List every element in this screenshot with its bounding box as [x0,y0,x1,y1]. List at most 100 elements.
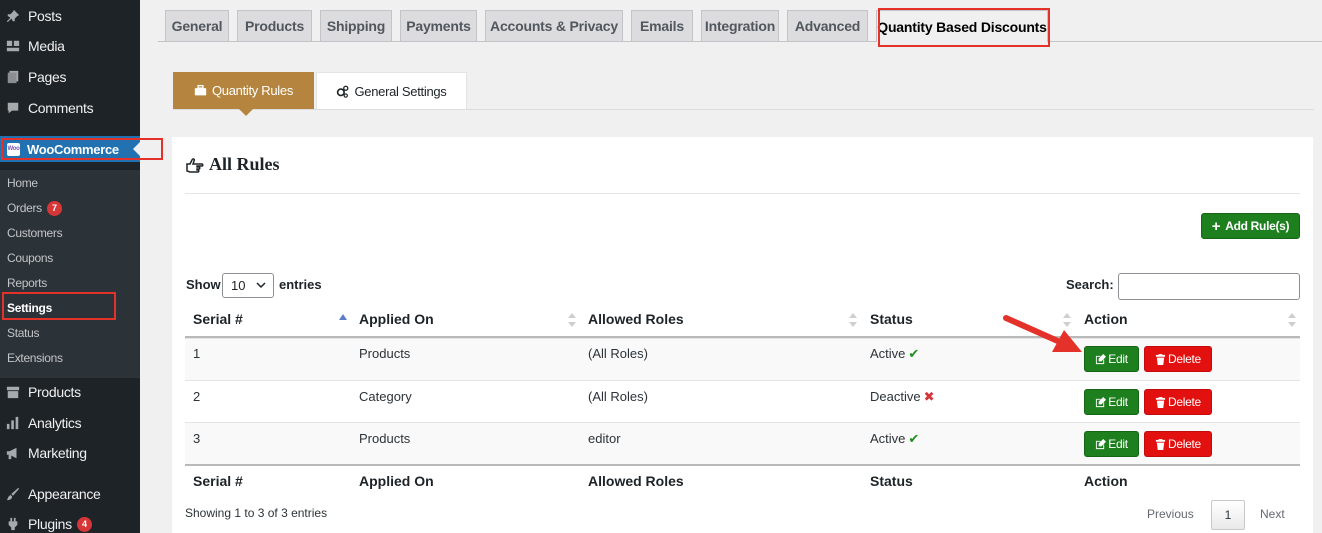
orders-count-badge: 7 [46,200,62,216]
column-footer-action: Action [1084,473,1128,489]
column-footer-status: Status [870,473,913,489]
archive-icon [6,385,20,399]
pagination-page-1[interactable]: 1 [1211,500,1245,530]
pagination-previous[interactable]: Previous [1147,507,1194,521]
menu-item-label: Products [28,384,81,400]
edit-button[interactable]: Edit [1084,389,1139,415]
cell-status: Active ✔ [870,431,920,446]
footer-divider [185,464,1300,466]
cell-allowed-roles: (All Roles) [588,346,648,361]
menu-item-label: Media [28,38,65,54]
submenu-item-customers[interactable]: Customers [7,224,63,242]
bar-chart-icon [6,416,20,430]
table-info: Showing 1 to 3 of 3 entries [185,506,328,520]
rules-card: All Rules + Add Rule(s) Show 10 entries … [172,137,1313,533]
column-header-applied-on[interactable]: Applied On [359,311,434,327]
cell-serial: 3 [193,431,201,446]
sort-both-icon [568,313,576,327]
submenu-item-reports[interactable]: Reports [7,274,47,292]
annotation-arrow-icon [1003,315,1082,352]
column-header-status[interactable]: Status [870,311,913,327]
add-rule-button[interactable]: + Add Rule(s) [1201,213,1300,239]
chevron-down-icon [256,282,266,289]
trash-icon [1155,438,1166,450]
column-header-serial[interactable]: Serial # [193,311,243,327]
submenu-item-status[interactable]: Status [7,324,40,342]
cell-status: Active ✔ [870,346,920,361]
table-row: 3 Products editor Active ✔ Edit Delete [185,422,1300,464]
tab-integration[interactable]: Integration [701,10,779,41]
plus-icon: + [1211,217,1221,235]
tab-general-settings[interactable]: General Settings [316,72,467,109]
column-footer-applied-on: Applied On [359,473,434,489]
page-title: All Rules [185,154,280,175]
menu-item-appearance[interactable]: Appearance [0,479,140,509]
menu-item-posts[interactable]: Posts [0,1,140,31]
pushpin-icon [6,9,20,23]
menu-item-label: Posts [28,8,62,24]
cell-applied-on: Products [359,346,411,361]
paintbrush-icon [6,487,20,501]
submenu-item-extensions[interactable]: Extensions [7,349,63,367]
delete-button[interactable]: Delete [1144,389,1212,415]
tab-payments[interactable]: Payments [400,10,477,41]
woocommerce-submenu: Home Orders 7 Customers Coupons Reports … [0,170,140,378]
column-header-allowed-roles[interactable]: Allowed Roles [588,311,684,327]
entries-per-page-select[interactable]: 10 [222,273,274,298]
search-input[interactable] [1118,273,1300,300]
column-header-action[interactable]: Action [1084,311,1128,327]
cell-allowed-roles: (All Roles) [588,389,648,404]
edit-icon [1096,353,1107,364]
media-icon [6,39,20,53]
tab-accounts-privacy[interactable]: Accounts & Privacy [485,10,623,41]
megaphone-icon [6,446,20,460]
gears-icon [337,85,349,98]
edit-button[interactable]: Edit [1084,346,1139,372]
tab-emails[interactable]: Emails [631,10,693,41]
menu-item-products[interactable]: Products [0,377,140,407]
tab-general[interactable]: General [165,10,229,41]
hand-pointing-icon [186,157,204,173]
menu-item-label: Pages [28,69,67,85]
edit-icon [1096,438,1107,449]
menu-item-label: Analytics [28,415,82,431]
submenu-item-orders[interactable]: Orders 7 [7,199,62,217]
column-footer-serial: Serial # [193,473,243,489]
sort-both-icon [849,313,857,327]
cell-allowed-roles: editor [588,431,621,446]
menu-item-marketing[interactable]: Marketing [0,438,140,468]
menu-item-pages[interactable]: Pages [0,62,140,92]
check-icon: ✔ [908,431,920,446]
trash-icon [1155,353,1166,365]
trash-icon [1155,396,1166,408]
entries-label: entries [279,277,322,292]
submenu-item-coupons[interactable]: Coupons [7,249,53,267]
menu-item-comments[interactable]: Comments [0,93,140,123]
quantity-tab-highlight-box [878,8,1050,47]
settings-nav-tabs: General Products Shipping Payments Accou… [158,10,1322,42]
cell-applied-on: Products [359,431,411,446]
table-row: 1 Products (All Roles) Active ✔ Edit Dele… [185,338,1300,380]
title-divider [185,193,1300,194]
submenu-item-home[interactable]: Home [7,174,38,192]
menu-item-label: Marketing [28,445,87,461]
tab-advanced[interactable]: Advanced [787,10,868,41]
menu-item-label: Comments [28,100,94,116]
menu-item-media[interactable]: Media [0,31,140,61]
edit-button[interactable]: Edit [1084,431,1139,457]
sort-asc-icon [339,314,347,320]
plugin-sub-tabs: Quantity Rules General Settings [173,72,1314,110]
briefcase-icon [194,84,207,96]
menu-item-plugins[interactable]: Plugins 4 [0,509,140,533]
tab-quantity-rules[interactable]: Quantity Rules [173,72,314,109]
table-row: 2 Category (All Roles) Deactive ✖ Edit De… [185,380,1300,422]
tab-shipping[interactable]: Shipping [320,10,392,41]
plugin-icon [6,517,20,531]
tab-products[interactable]: Products [237,10,312,41]
menu-item-analytics[interactable]: Analytics [0,408,140,438]
show-label: Show [186,277,221,292]
delete-button[interactable]: Delete [1144,431,1212,457]
sort-both-icon [1288,313,1296,327]
pagination-next[interactable]: Next [1260,507,1285,521]
delete-button[interactable]: Delete [1144,346,1212,372]
